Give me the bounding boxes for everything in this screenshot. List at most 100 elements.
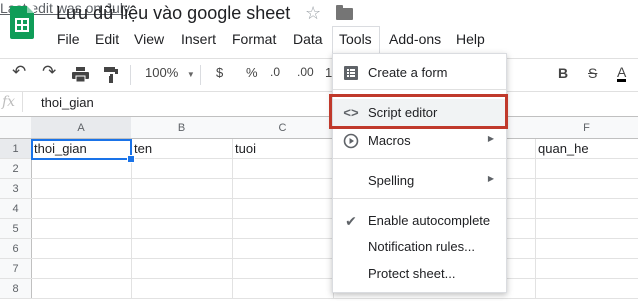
cell-c1[interactable]: tuoi bbox=[232, 139, 334, 159]
grid-cell[interactable] bbox=[31, 239, 132, 259]
grid-cell[interactable] bbox=[131, 199, 233, 219]
grid-cell[interactable] bbox=[232, 279, 334, 299]
grid-cell[interactable] bbox=[31, 199, 132, 219]
row-header-3[interactable]: 3 bbox=[0, 179, 32, 199]
checkmark-icon: ✔ bbox=[345, 213, 357, 229]
zoom-value: 100% bbox=[145, 65, 179, 80]
menu-item-label: Macros bbox=[368, 133, 411, 148]
grid-cell[interactable] bbox=[232, 259, 334, 279]
grid-cell[interactable] bbox=[31, 279, 132, 299]
column-header-a[interactable]: A bbox=[31, 117, 132, 139]
menu-item-notification-rules[interactable]: Notification rules... bbox=[333, 233, 506, 261]
menu-edit[interactable]: Edit bbox=[95, 31, 119, 47]
zoom-select[interactable]: 100% ▼ bbox=[145, 65, 195, 80]
print-icon[interactable] bbox=[72, 67, 89, 82]
script-editor-highlight-box bbox=[329, 94, 508, 129]
grid-cell[interactable] bbox=[232, 199, 334, 219]
grid-cell[interactable] bbox=[232, 239, 334, 259]
play-circle-icon bbox=[343, 133, 359, 149]
grid-cell[interactable] bbox=[535, 159, 638, 179]
cell-b1[interactable]: ten bbox=[131, 139, 233, 159]
chevron-down-icon: ▼ bbox=[186, 70, 195, 79]
menu-item-protect-sheet[interactable]: Protect sheet... bbox=[333, 260, 506, 288]
undo-icon[interactable]: ↶ bbox=[12, 62, 26, 82]
menu-item-label: Create a form bbox=[368, 65, 448, 80]
selected-cell-outline bbox=[31, 139, 132, 160]
redo-icon[interactable]: ↷ bbox=[42, 62, 56, 82]
grid-cell[interactable] bbox=[535, 199, 638, 219]
bold-button[interactable]: B bbox=[558, 65, 568, 81]
menu-divider bbox=[333, 158, 506, 159]
column-header-b[interactable]: B bbox=[131, 117, 233, 139]
row-header-6[interactable]: 6 bbox=[0, 239, 32, 259]
row-header-1[interactable]: 1 bbox=[0, 139, 32, 159]
submenu-arrow-icon: ▶ bbox=[487, 134, 494, 143]
strikethrough-button[interactable]: S bbox=[588, 65, 597, 81]
menu-item-spelling[interactable]: Spelling ▶ bbox=[333, 167, 506, 195]
grid-cell[interactable] bbox=[535, 239, 638, 259]
increase-decimal-button[interactable]: .00 bbox=[297, 65, 314, 79]
google-sheets-logo[interactable] bbox=[10, 6, 34, 39]
menu-item-label: Enable autocomplete bbox=[368, 213, 491, 228]
grid-cell[interactable] bbox=[131, 159, 233, 179]
formula-divider bbox=[22, 92, 23, 112]
text-color-button[interactable]: A bbox=[617, 65, 627, 82]
menu-insert[interactable]: Insert bbox=[181, 31, 216, 47]
row-header-2[interactable]: 2 bbox=[0, 159, 32, 179]
fill-handle[interactable] bbox=[127, 155, 135, 163]
decrease-decimal-button[interactable]: .0 bbox=[270, 65, 280, 79]
form-icon bbox=[344, 66, 358, 80]
grid-cell[interactable] bbox=[131, 219, 233, 239]
menu-data[interactable]: Data bbox=[293, 31, 323, 47]
menu-format[interactable]: Format bbox=[232, 31, 276, 47]
row-header-8[interactable]: 8 bbox=[0, 279, 32, 299]
grid-cell[interactable] bbox=[535, 259, 638, 279]
column-header-f[interactable]: F bbox=[535, 117, 638, 139]
folder-icon[interactable] bbox=[336, 5, 353, 20]
cell-f1[interactable]: quan_he bbox=[535, 139, 638, 159]
submenu-arrow-icon: ▶ bbox=[487, 174, 494, 183]
row-header-7[interactable]: 7 bbox=[0, 259, 32, 279]
grid-cell[interactable] bbox=[131, 259, 233, 279]
select-all-corner[interactable] bbox=[0, 117, 32, 139]
paint-format-icon[interactable] bbox=[104, 67, 118, 83]
formula-input[interactable]: thoi_gian bbox=[41, 95, 94, 110]
menu-item-create-form[interactable]: Create a form bbox=[333, 59, 506, 87]
menu-divider bbox=[333, 89, 506, 90]
menu-file[interactable]: File bbox=[57, 31, 80, 47]
column-header-c[interactable]: C bbox=[232, 117, 334, 139]
spreadsheet-grid: A B C F 1 2 3 4 5 6 7 8 thoi_gian ten tu… bbox=[0, 116, 638, 301]
menu-divider bbox=[333, 198, 506, 199]
menu-item-macros[interactable]: Macros ▶ bbox=[333, 127, 506, 155]
grid-cell[interactable] bbox=[232, 159, 334, 179]
menu-item-label: Protect sheet... bbox=[368, 266, 456, 281]
menu-item-enable-autocomplete[interactable]: ✔ Enable autocomplete bbox=[333, 207, 506, 235]
menu-help[interactable]: Help bbox=[456, 31, 485, 47]
currency-format-button[interactable]: $ bbox=[216, 65, 223, 80]
grid-cell[interactable] bbox=[31, 219, 132, 239]
grid-cell[interactable] bbox=[232, 179, 334, 199]
row-header-4[interactable]: 4 bbox=[0, 199, 32, 219]
grid-cell[interactable] bbox=[535, 179, 638, 199]
grid-cell[interactable] bbox=[232, 219, 334, 239]
toolbar: ↶ ↷ 100% ▼ $ % .0 .00 1 B S A bbox=[0, 58, 638, 92]
document-title[interactable]: Lưu dữ liệu vào google sheet bbox=[56, 3, 290, 24]
row-header-5[interactable]: 5 bbox=[0, 219, 32, 239]
menu-view[interactable]: View bbox=[134, 31, 164, 47]
grid-cell[interactable] bbox=[535, 219, 638, 239]
grid-cell[interactable] bbox=[131, 239, 233, 259]
grid-cell[interactable] bbox=[131, 179, 233, 199]
menu-item-label: Spelling bbox=[368, 173, 415, 188]
tools-dropdown-menu: Create a form <> Script editor Macros ▶ … bbox=[332, 53, 507, 293]
grid-cell[interactable] bbox=[535, 279, 638, 299]
percent-format-button[interactable]: % bbox=[246, 65, 258, 80]
grid-cell[interactable] bbox=[31, 159, 132, 179]
grid-cell[interactable] bbox=[31, 259, 132, 279]
menu-item-label: Notification rules... bbox=[368, 239, 475, 254]
menu-tools[interactable]: Tools bbox=[339, 31, 372, 47]
grid-cell[interactable] bbox=[31, 179, 132, 199]
star-icon[interactable]: ☆ bbox=[305, 3, 321, 24]
fx-icon: fx bbox=[2, 94, 16, 110]
menu-add-ons[interactable]: Add-ons bbox=[389, 31, 441, 47]
grid-cell[interactable] bbox=[131, 279, 233, 299]
